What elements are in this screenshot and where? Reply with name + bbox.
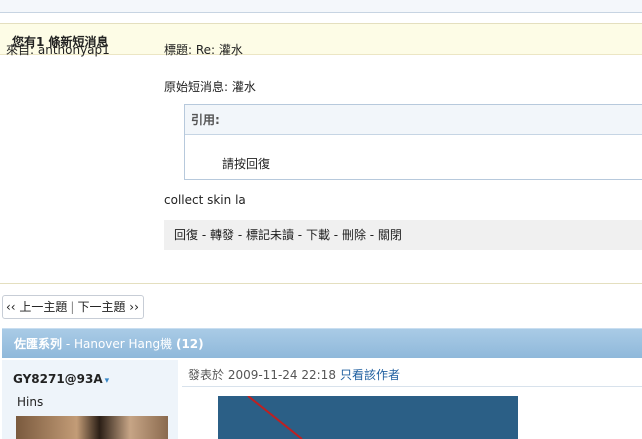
reply-count: (12) bbox=[175, 337, 204, 351]
chevron-down-icon[interactable]: ▾ bbox=[105, 376, 110, 386]
post-image-graphic bbox=[247, 396, 303, 439]
action-separator: - bbox=[293, 228, 306, 242]
post-author-sidebar: GY8271@93A ▾ Hins bbox=[2, 360, 178, 439]
forward-link[interactable]: 轉發 bbox=[210, 228, 234, 242]
message-body: collect skin la bbox=[164, 193, 246, 207]
message-sender: 來自: anthonyap1 bbox=[6, 43, 110, 57]
delete-link[interactable]: 刪除 bbox=[342, 228, 366, 242]
post-date: 發表於 2009-11-24 22:18 bbox=[188, 368, 336, 382]
message-subject: 標題: Re: 灌水 bbox=[164, 43, 243, 57]
post-image bbox=[218, 396, 518, 439]
author-name[interactable]: GY8271@93A ▾ bbox=[13, 372, 109, 386]
message-actions: 回復 - 轉發 - 標記未讀 - 下載 - 刪除 - 關閉 bbox=[164, 220, 642, 250]
thread-title[interactable]: 佐匯系列 bbox=[14, 337, 62, 351]
close-link[interactable]: 關閉 bbox=[378, 228, 402, 242]
author-name-text[interactable]: GY8271@93A bbox=[13, 372, 103, 386]
mark-unread-link[interactable]: 標記未讀 bbox=[246, 228, 294, 242]
image-red-line bbox=[247, 396, 303, 439]
next-thread-link[interactable]: 下一主題 ›› bbox=[77, 300, 138, 314]
avatar[interactable] bbox=[16, 416, 168, 439]
download-link[interactable]: 下載 bbox=[306, 228, 330, 242]
only-author-link[interactable]: 只看該作者 bbox=[340, 368, 400, 382]
action-separator: - bbox=[365, 228, 378, 242]
author-title: Hins bbox=[17, 395, 44, 409]
action-separator: - bbox=[234, 228, 246, 242]
original-message: 原始短消息: 灌水 bbox=[164, 80, 256, 94]
previous-thread-link[interactable]: ‹‹ 上一主題 bbox=[6, 300, 67, 314]
post-divider bbox=[182, 386, 642, 387]
post-meta: 發表於 2009-11-24 22:18 只看該作者 bbox=[188, 366, 400, 383]
nav-divider: | bbox=[70, 300, 75, 314]
quote-text: 請按回復 bbox=[222, 157, 271, 171]
top-strip bbox=[0, 0, 642, 13]
action-separator: - bbox=[198, 228, 210, 242]
quote-header: 引用: bbox=[185, 105, 642, 135]
reply-link[interactable]: 回復 bbox=[174, 228, 198, 242]
thread-navigation: ‹‹ 上一主題 | 下一主題 ›› bbox=[2, 295, 144, 319]
action-separator: - bbox=[329, 228, 342, 242]
quote-block: 引用: 請按回復 bbox=[184, 104, 642, 180]
thread-title-bar: 佐匯系列 - Hanover Hang機 (12) bbox=[2, 328, 642, 358]
thread-subtitle: - Hanover Hang機 bbox=[62, 337, 176, 351]
